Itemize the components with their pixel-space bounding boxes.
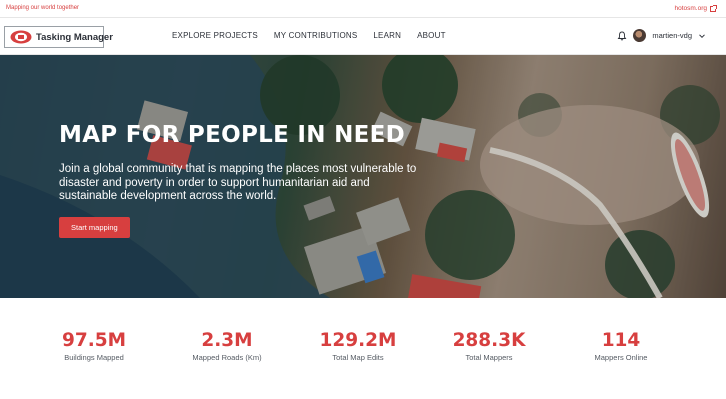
stat-mapped-roads: 2.3M Mapped Roads (Km) bbox=[167, 330, 287, 363]
nav-my-contributions[interactable]: MY CONTRIBUTIONS bbox=[274, 31, 358, 40]
avatar[interactable] bbox=[633, 29, 647, 42]
nav-learn[interactable]: LEARN bbox=[373, 31, 401, 40]
hero-content: MAP FOR PEOPLE IN NEED Join a global com… bbox=[59, 121, 439, 238]
hero-banner: MAP FOR PEOPLE IN NEED Join a global com… bbox=[0, 55, 726, 298]
hero-title: MAP FOR PEOPLE IN NEED bbox=[59, 122, 406, 148]
stat-total-map-edits: 129.2M Total Map Edits bbox=[298, 330, 418, 363]
stat-label: Total Map Edits bbox=[332, 353, 384, 362]
hero-description: Join a global community that is mapping … bbox=[59, 163, 417, 202]
main-header: Tasking Manager EXPLORE PROJECTS MY CONT… bbox=[0, 19, 726, 55]
hot-org-link-label[interactable]: hotosm.org bbox=[674, 5, 707, 12]
top-strip: Mapping our world together hotosm.org bbox=[0, 0, 726, 18]
username[interactable]: martien-vdg bbox=[652, 31, 692, 40]
stat-label: Total Mappers bbox=[465, 353, 513, 362]
stat-total-mappers: 288.3K Total Mappers bbox=[429, 330, 549, 363]
start-mapping-button[interactable]: Start mapping bbox=[59, 216, 130, 238]
hot-logo-icon bbox=[10, 30, 32, 44]
tasking-manager-logo[interactable]: Tasking Manager bbox=[4, 26, 113, 48]
stat-value: 114 bbox=[601, 330, 641, 351]
stat-value: 288.3K bbox=[452, 330, 526, 351]
hot-org-link[interactable]: hotosm.org bbox=[674, 4, 717, 12]
chevron-down-icon[interactable] bbox=[698, 32, 706, 40]
bell-icon[interactable] bbox=[617, 31, 627, 41]
stat-label: Buildings Mapped bbox=[64, 353, 124, 362]
stat-value: 2.3M bbox=[201, 330, 253, 351]
nav-explore-projects[interactable]: EXPLORE PROJECTS bbox=[172, 31, 258, 40]
stat-mappers-online: 114 Mappers Online bbox=[561, 330, 681, 363]
nav-about[interactable]: ABOUT bbox=[417, 31, 446, 40]
main-nav: EXPLORE PROJECTS MY CONTRIBUTIONS LEARN … bbox=[172, 31, 446, 40]
stats-section: 97.5M Buildings Mapped 2.3M Mapped Roads… bbox=[0, 298, 726, 399]
stat-label: Mappers Online bbox=[594, 353, 648, 362]
stat-value: 97.5M bbox=[61, 330, 127, 351]
stat-buildings-mapped: 97.5M Buildings Mapped bbox=[34, 330, 154, 363]
tagline: Mapping our world together bbox=[6, 5, 80, 11]
stat-label: Mapped Roads (Km) bbox=[192, 353, 262, 362]
stat-value: 129.2M bbox=[319, 330, 397, 351]
logo-text: Tasking Manager bbox=[36, 31, 113, 43]
external-link-icon bbox=[710, 4, 717, 12]
user-menu[interactable]: martien-vdg bbox=[617, 29, 706, 42]
